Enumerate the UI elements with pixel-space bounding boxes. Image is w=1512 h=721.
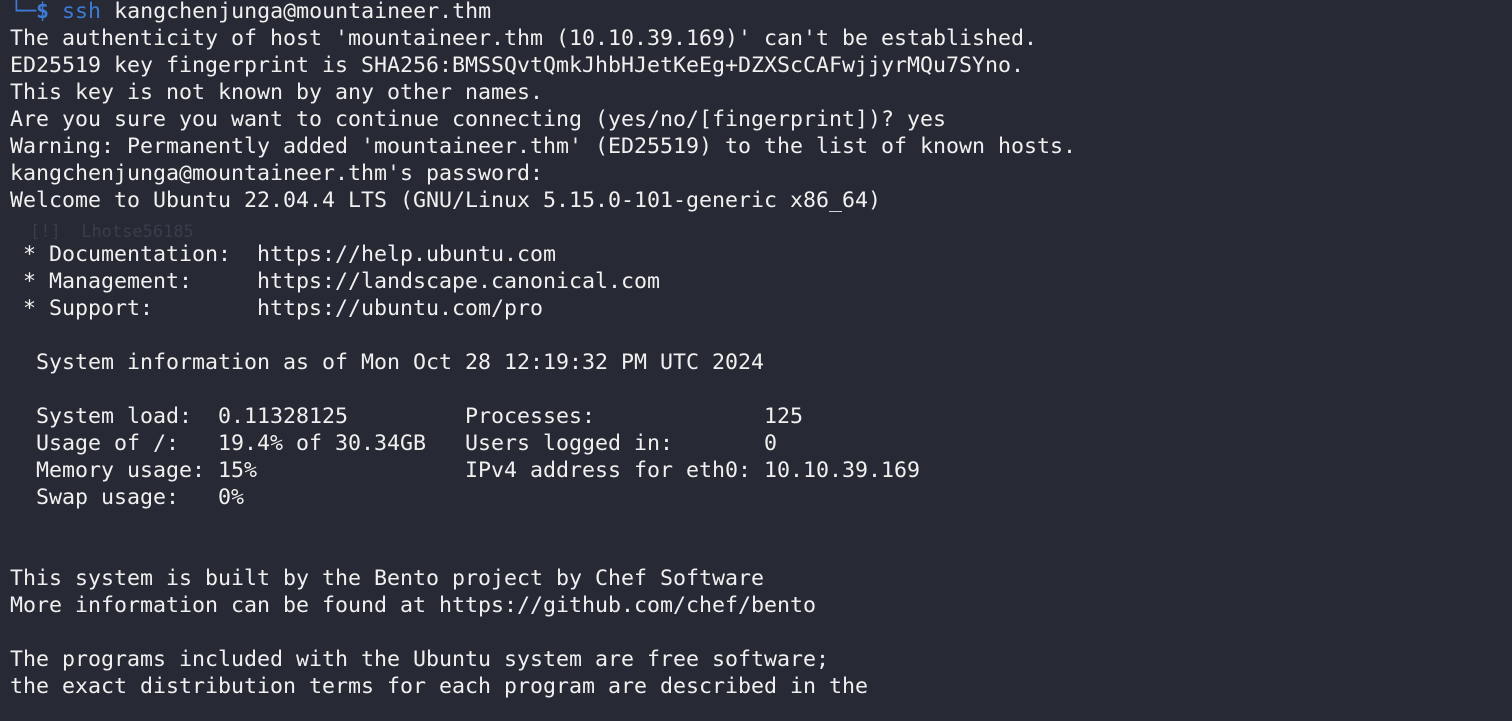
terminal-window[interactable]: [!] Lhotse56185 └─$ ssh kangchenjunga@mo…: [0, 0, 1512, 721]
ghost-password: Lhotse56185: [81, 222, 194, 242]
output-line: Warning: Permanently added 'mountaineer.…: [10, 134, 1077, 159]
background-ghost-text: [!] Lhotse56185: [30, 222, 194, 242]
output-line: * Documentation: https://help.ubuntu.com: [10, 242, 557, 267]
output-line: More information can be found at https:/…: [10, 593, 817, 618]
output-line: The authenticity of host 'mountaineer.th…: [10, 26, 1038, 51]
output-line: Welcome to Ubuntu 22.04.4 LTS (GNU/Linux…: [10, 188, 882, 213]
prompt-symbol: $: [36, 0, 50, 24]
prompt-corner: └─: [10, 0, 37, 24]
prompt-line: └─$ ssh kangchenjunga@mountaineer.thm: [10, 0, 491, 25]
output-line: System information as of Mon Oct 28 12:1…: [10, 350, 765, 375]
output-line: * Support: https://ubuntu.com/pro: [10, 296, 544, 321]
output-line: This key is not known by any other names…: [10, 80, 544, 105]
output-line: System load: 0.11328125 Processes: 125: [10, 404, 804, 429]
output-line: This system is built by the Bento projec…: [10, 566, 765, 591]
output-line: Usage of /: 19.4% of 30.34GB Users logge…: [10, 431, 778, 456]
output-line: * Management: https://landscape.canonica…: [10, 269, 661, 294]
output-line: kangchenjunga@mountaineer.thm's password…: [10, 161, 544, 186]
output-line: the exact distribution terms for each pr…: [10, 674, 869, 699]
prompt-argument: kangchenjunga@mountaineer.thm: [114, 0, 492, 24]
output-line: ED25519 key fingerprint is SHA256:BMSSQv…: [10, 53, 1025, 78]
ghost-prompt-marker: [!]: [30, 222, 61, 242]
output-line: Memory usage: 15% IPv4 address for eth0:…: [10, 458, 921, 483]
output-line: Are you sure you want to continue connec…: [10, 107, 947, 132]
output-line: The programs included with the Ubuntu sy…: [10, 647, 830, 672]
output-line: Swap usage: 0%: [10, 485, 245, 510]
prompt-command: ssh: [62, 0, 102, 24]
